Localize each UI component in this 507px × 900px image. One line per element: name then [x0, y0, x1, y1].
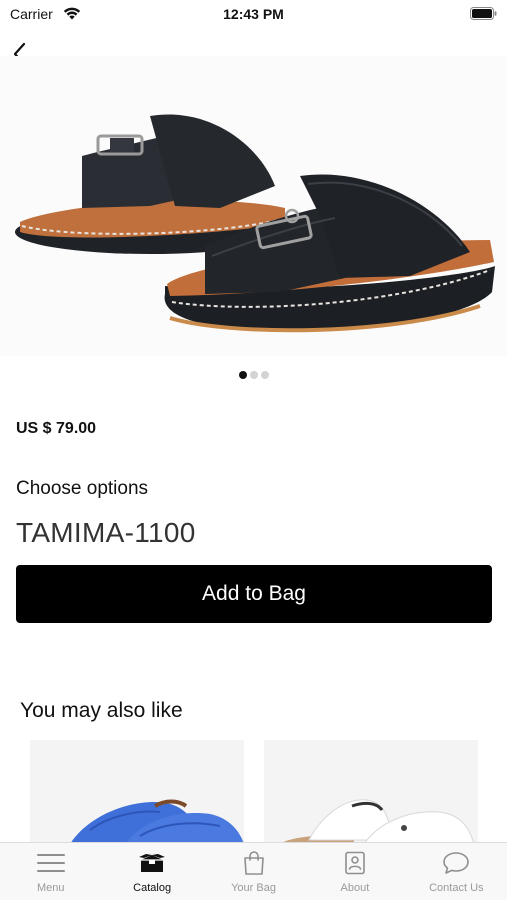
pager-dot[interactable] [238, 371, 247, 379]
tab-contact-us[interactable]: Contact Us [406, 843, 507, 900]
choose-options-label: Choose options [16, 478, 149, 499]
recommendation-card[interactable] [264, 740, 478, 844]
product-image[interactable] [0, 56, 507, 356]
clock: 12:43 PM [223, 6, 284, 22]
image-pager[interactable] [0, 371, 507, 379]
product-price: US $ 79.00 [16, 420, 97, 437]
pager-dot[interactable] [260, 371, 269, 379]
tab-bar: Menu Catalog Your Bag About Contact Us [0, 842, 507, 900]
menu-icon [36, 851, 66, 875]
product-option-selector[interactable]: TAMIMA-1100 [16, 517, 196, 549]
chat-bubble-icon [441, 851, 471, 875]
tab-catalog[interactable]: Catalog [101, 843, 202, 900]
tab-label: Catalog [133, 882, 172, 894]
white-sandal-thumbnail [264, 740, 478, 844]
blue-sandal-thumbnail [30, 740, 244, 844]
tab-menu[interactable]: Menu [0, 843, 101, 900]
shopping-bag-icon [239, 851, 269, 875]
sandal-pair-illustration [15, 114, 496, 333]
add-to-bag-button[interactable]: Add to Bag [16, 565, 492, 623]
tab-label: Menu [36, 882, 65, 894]
tab-label: About [340, 882, 370, 894]
battery-icon [470, 7, 497, 20]
catalog-box-icon [137, 851, 167, 875]
status-bar: Carrier 12:43 PM [0, 0, 507, 28]
recommendations-title: You may also like [20, 699, 183, 722]
recommendation-card[interactable] [30, 740, 244, 844]
tab-label: Contact Us [429, 882, 484, 894]
pager-dot[interactable] [249, 371, 258, 379]
about-contact-card-icon [340, 851, 370, 875]
tab-about[interactable]: About [304, 843, 405, 900]
tab-your-bag[interactable]: Your Bag [203, 843, 304, 900]
tab-label: Your Bag [231, 882, 276, 894]
